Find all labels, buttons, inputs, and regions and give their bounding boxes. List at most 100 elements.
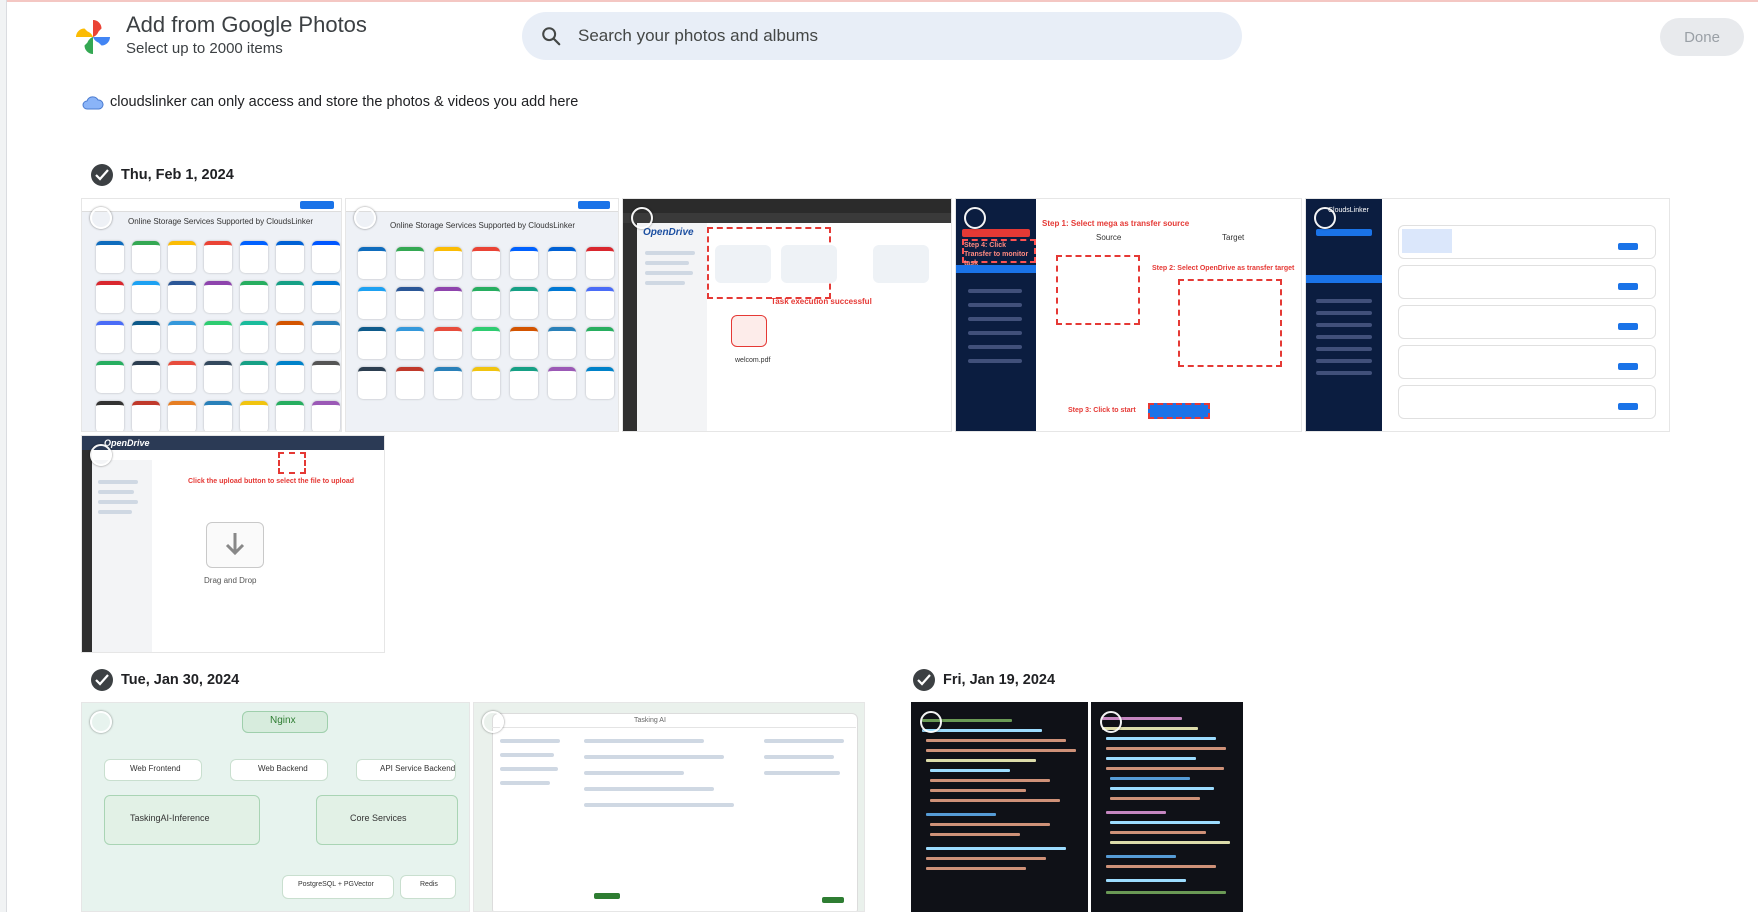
service-tile	[96, 281, 124, 313]
thumb-line	[968, 289, 1022, 293]
access-notice-text: cloudslinker can only access and store t…	[110, 94, 579, 110]
code-line	[930, 833, 1020, 836]
thumb-label: Source	[1096, 233, 1122, 242]
photo-thumbnail[interactable]: Tasking AI	[473, 702, 865, 912]
search-box[interactable]: Search your photos and albums	[522, 12, 1242, 60]
service-tile	[168, 281, 196, 313]
service-tile	[510, 367, 538, 399]
service-tile	[434, 327, 462, 359]
select-circle[interactable]	[920, 711, 942, 733]
service-tile	[586, 287, 614, 319]
code-line	[1106, 879, 1186, 882]
date-label: Tue, Jan 30, 2024	[121, 672, 240, 688]
code-line	[1106, 855, 1176, 858]
service-tile	[204, 321, 232, 353]
photo-thumbnail[interactable]: Step 4: Click Transfer to monitor task S…	[955, 198, 1302, 432]
select-circle[interactable]	[1100, 711, 1122, 733]
selection-limit-subtitle: Select up to 2000 items	[126, 40, 283, 57]
thumb-browser-bar	[623, 199, 951, 213]
select-circle[interactable]	[631, 207, 653, 229]
highlight-box	[1178, 279, 1282, 367]
code-line	[926, 847, 1066, 850]
service-tile	[472, 287, 500, 319]
check-circle-icon[interactable]	[91, 669, 113, 691]
service-tile	[96, 401, 124, 431]
photo-thumbnail[interactable]: CloudsLinker	[1305, 198, 1670, 432]
done-button[interactable]: Done	[1660, 18, 1744, 56]
thumb-line	[645, 251, 695, 255]
service-tile	[510, 327, 538, 359]
check-circle-icon[interactable]	[91, 164, 113, 186]
code-line	[1106, 737, 1216, 740]
diagram-label: Web Backend	[258, 764, 308, 773]
picker-header: Add from Google Photos Select up to 2000…	[0, 2, 1758, 66]
thumb-side-rail	[623, 223, 637, 431]
photo-thumbnail[interactable]: Online Storage Services Supported by Clo…	[81, 198, 342, 432]
select-circle[interactable]	[354, 207, 376, 229]
thumb-line	[1316, 299, 1372, 303]
code-line	[926, 813, 996, 816]
service-tile	[276, 281, 304, 313]
code-line	[930, 823, 1050, 826]
pdf-file-icon	[731, 315, 767, 347]
photo-thumbnail[interactable]	[1091, 702, 1243, 912]
select-circle[interactable]	[482, 711, 504, 733]
thumb-line	[1316, 335, 1372, 339]
thumb-line	[584, 771, 684, 775]
code-line	[1106, 891, 1226, 894]
thumb-drag-label: Drag and Drop	[204, 576, 257, 585]
left-window-edge	[0, 0, 7, 912]
thumb-annotation: Step 2: Select OpenDrive as transfer tar…	[1152, 265, 1295, 272]
code-line	[1106, 747, 1226, 750]
select-circle[interactable]	[964, 207, 986, 229]
thumb-annotation: Step 1: Select mega as transfer source	[1042, 219, 1190, 228]
service-tile	[510, 247, 538, 279]
service-tile	[548, 327, 576, 359]
service-tile	[586, 327, 614, 359]
service-tile	[548, 287, 576, 319]
thumb-line	[500, 767, 558, 771]
photo-thumbnail[interactable]: OpenDrive Task execution successful welc…	[622, 198, 952, 432]
code-line	[1110, 821, 1220, 824]
service-tile	[586, 367, 614, 399]
search-input[interactable]: Search your photos and albums	[578, 26, 818, 46]
photo-thumbnail[interactable]: Online Storage Services Supported by Clo…	[345, 198, 619, 432]
select-circle[interactable]	[90, 207, 112, 229]
diagram-label: PostgreSQL + PGVector	[298, 881, 374, 888]
photo-thumbnail[interactable]: OpenDrive Click the upload button to sel…	[81, 435, 385, 653]
code-line	[1110, 831, 1206, 834]
code-line	[1110, 787, 1214, 790]
photo-thumbnail[interactable]: Nginx Web Frontend Web Backend API Servi…	[81, 702, 470, 912]
thumb-button	[594, 893, 620, 899]
check-circle-icon[interactable]	[913, 669, 935, 691]
service-tile	[312, 241, 340, 273]
select-circle[interactable]	[90, 444, 112, 466]
thumb-button	[1618, 323, 1638, 330]
service-tile	[96, 361, 124, 393]
date-label: Thu, Feb 1, 2024	[121, 167, 234, 183]
service-tile	[586, 247, 614, 279]
service-tile	[396, 327, 424, 359]
service-tile	[204, 281, 232, 313]
code-line	[926, 867, 1026, 870]
select-circle[interactable]	[90, 711, 112, 733]
diagram-label: Core Services	[350, 813, 407, 823]
thumb-line	[500, 753, 554, 757]
highlight-box	[278, 452, 306, 474]
service-tile	[96, 241, 124, 273]
thumb-line	[1316, 311, 1372, 315]
thumb-line	[968, 345, 1022, 349]
service-tile	[396, 287, 424, 319]
service-tile	[358, 367, 386, 399]
service-icon-grid	[96, 241, 340, 431]
service-tile	[434, 287, 462, 319]
folder-tile	[873, 245, 929, 283]
thumb-line	[1316, 323, 1372, 327]
thumb-brand: OpenDrive	[643, 227, 694, 238]
service-tile	[276, 241, 304, 273]
service-tile	[168, 241, 196, 273]
photo-thumbnail[interactable]	[911, 702, 1088, 912]
search-icon[interactable]	[540, 25, 562, 47]
select-circle[interactable]	[1314, 207, 1336, 229]
thumb-line	[764, 739, 844, 743]
